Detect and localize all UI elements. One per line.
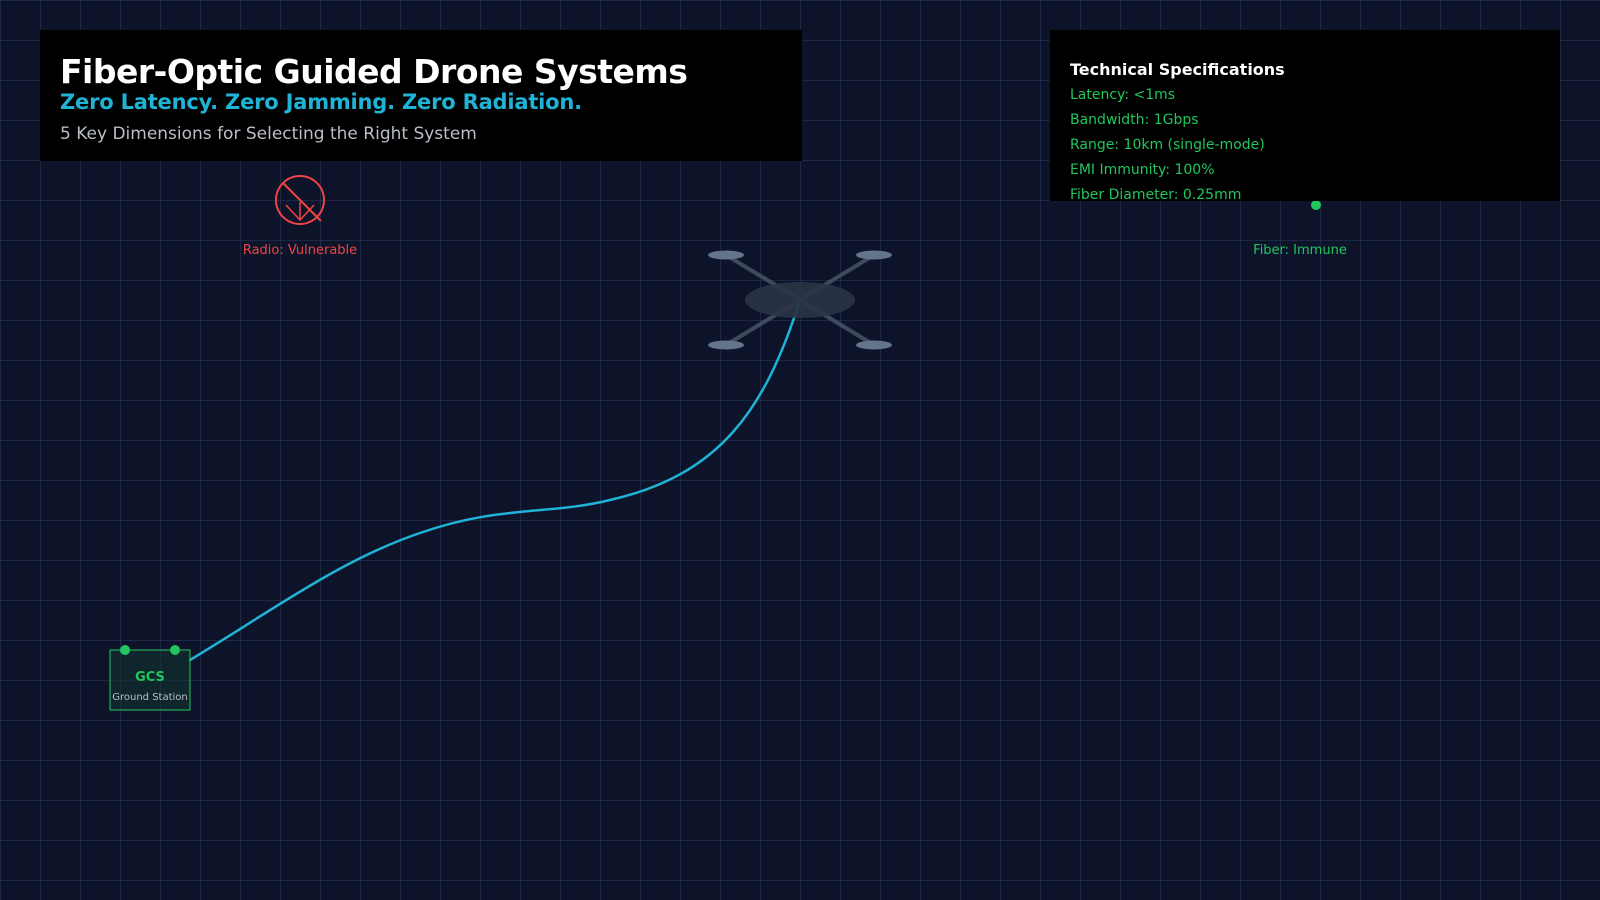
spec-panel: Technical Specifications Latency: <1ms B… (1050, 30, 1560, 201)
page-tagline: 5 Key Dimensions for Selecting the Right… (60, 123, 477, 144)
spec-item: Latency: <1ms (1070, 87, 1176, 103)
drone-icon (708, 250, 892, 350)
status-dot-icon (1311, 200, 1321, 210)
diagram-canvas: Radio: Vulnerable Fiber: Immune GCS Grou… (0, 0, 1600, 900)
radio-vulnerable-label: Radio: Vulnerable (243, 243, 357, 258)
status-light-icon (120, 645, 130, 655)
spec-item: Range: 10km (single-mode) (1070, 137, 1265, 153)
spec-item: EMI Immunity: 100% (1070, 162, 1215, 178)
spec-title: Technical Specifications (1070, 60, 1285, 79)
title-panel: Fiber-Optic Guided Drone Systems Zero La… (40, 30, 802, 161)
status-light-icon (170, 645, 180, 655)
page-title: Fiber-Optic Guided Drone Systems (60, 52, 688, 91)
gcs-sublabel: Ground Station (112, 692, 188, 703)
spec-item: Fiber Diameter: 0.25mm (1070, 187, 1242, 201)
ground-station-box: GCS Ground Station (109, 645, 191, 711)
fiber-optic-cable (188, 298, 802, 662)
page-subtitle: Zero Latency. Zero Jamming. Zero Radiati… (60, 89, 582, 114)
no-signal-icon (275, 175, 325, 225)
spec-item: Bandwidth: 1Gbps (1070, 112, 1199, 128)
gcs-label: GCS (135, 670, 165, 685)
fiber-immune-label: Fiber: Immune (1253, 243, 1347, 258)
